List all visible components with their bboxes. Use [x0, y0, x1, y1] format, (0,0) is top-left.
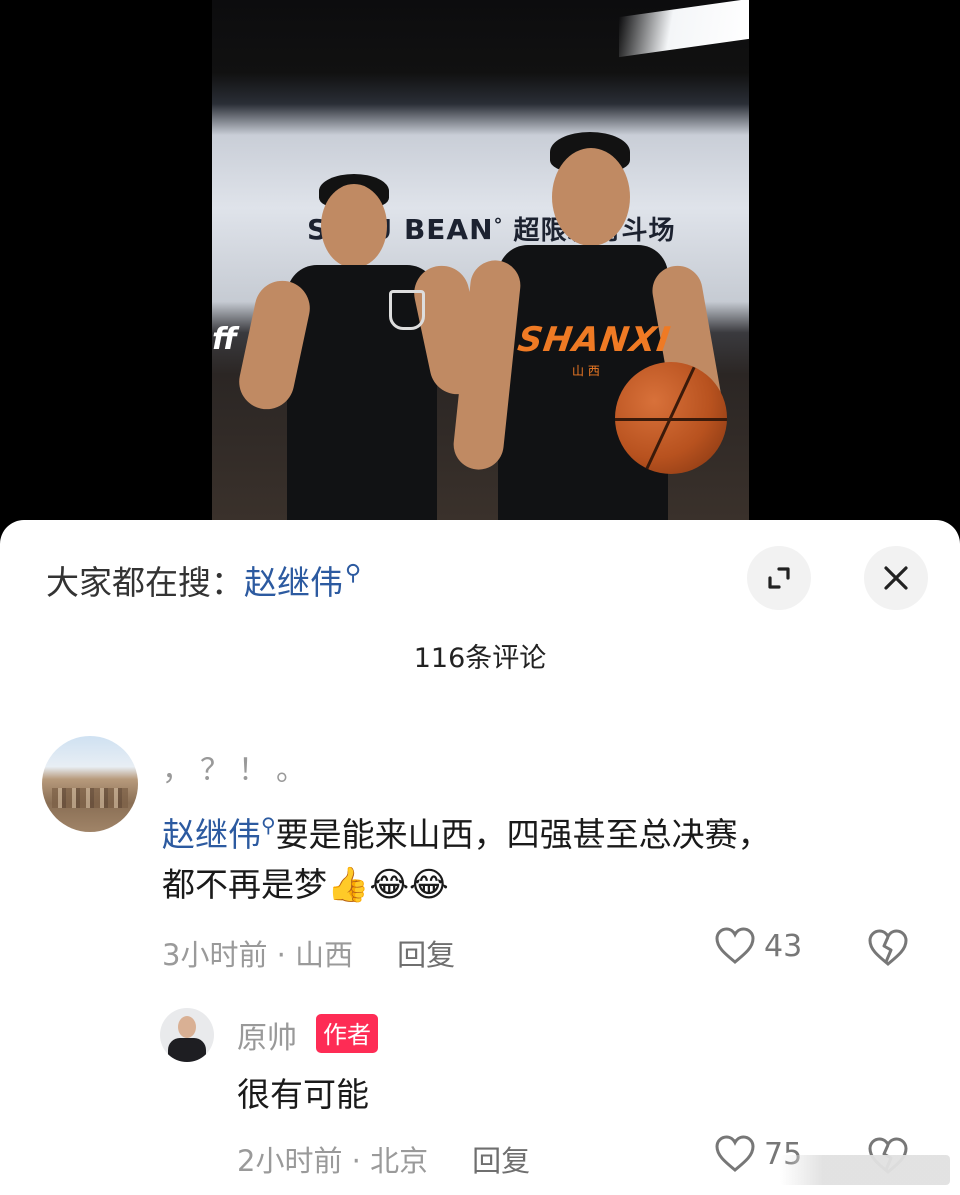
- comment-meta: 3小时前 · 山西 回复: [162, 932, 455, 974]
- heart-icon: [715, 927, 755, 964]
- jersey-sub: 山 西: [572, 364, 600, 378]
- comment-text: 赵继伟⚲要是能来山西，四强甚至总决赛， 都不再是梦👍😂😂: [162, 800, 922, 910]
- avatar[interactable]: [160, 1008, 214, 1062]
- search-suggestion[interactable]: 大家都在搜：赵继伟⚲: [46, 556, 361, 604]
- player-right: SHANXI 山 西: [451, 130, 749, 520]
- close-icon: [884, 566, 908, 590]
- expand-button[interactable]: [747, 546, 811, 610]
- search-icon: ⚲: [261, 813, 276, 837]
- like-button[interactable]: 43: [714, 926, 802, 966]
- author-badge: 作者: [316, 1014, 378, 1053]
- comment-sheet: 大家都在搜：赵继伟⚲ 116条评论 ，？！。 赵继伟⚲要是能来山西，四强甚至总决…: [0, 520, 960, 1195]
- left-sign: ff: [212, 322, 237, 357]
- mention-link[interactable]: 赵继伟: [162, 815, 261, 854]
- comment-count: 116条评论: [413, 643, 547, 674]
- comment-time-location: 3小时前 · 山西: [162, 938, 354, 972]
- search-keyword[interactable]: 赵继伟: [244, 563, 343, 602]
- video-frame: SZU BEAN°超限凝时斗场 ff SHANXI 山 西: [212, 0, 749, 520]
- broken-heart-icon: [868, 929, 908, 966]
- emoji-group: 👍😂😂: [327, 865, 449, 905]
- reply-text: 很有可能: [237, 1075, 369, 1114]
- dislike-button[interactable]: [866, 928, 910, 972]
- comment-text-line2: 都不再是梦: [162, 865, 327, 904]
- basketball: [615, 362, 727, 474]
- reply-button[interactable]: 回复: [472, 1144, 530, 1178]
- comment-username[interactable]: ，？！。: [162, 745, 314, 789]
- reply-meta: 2小时前 · 北京 回复: [237, 1138, 530, 1180]
- like-count: 43: [764, 928, 803, 964]
- close-button[interactable]: [864, 546, 928, 610]
- search-icon: ⚲: [345, 561, 362, 586]
- video-area[interactable]: SZU BEAN°超限凝时斗场 ff SHANXI 山 西: [0, 0, 960, 540]
- ceiling-light: [619, 0, 749, 58]
- comment-text-line1: 要是能来山西，四强甚至总决赛，: [275, 815, 771, 854]
- reply-button[interactable]: 回复: [397, 938, 455, 972]
- reply-time-location: 2小时前 · 北京: [237, 1144, 429, 1178]
- heart-icon: [715, 1135, 755, 1172]
- player-left: [234, 170, 490, 520]
- watermark: [780, 1155, 950, 1185]
- avatar[interactable]: [42, 736, 138, 832]
- expand-icon: [768, 567, 790, 589]
- reply-username[interactable]: 原帅: [237, 1013, 297, 1057]
- jersey-text: SHANXI: [515, 320, 674, 360]
- search-prefix: 大家都在搜：: [46, 563, 244, 602]
